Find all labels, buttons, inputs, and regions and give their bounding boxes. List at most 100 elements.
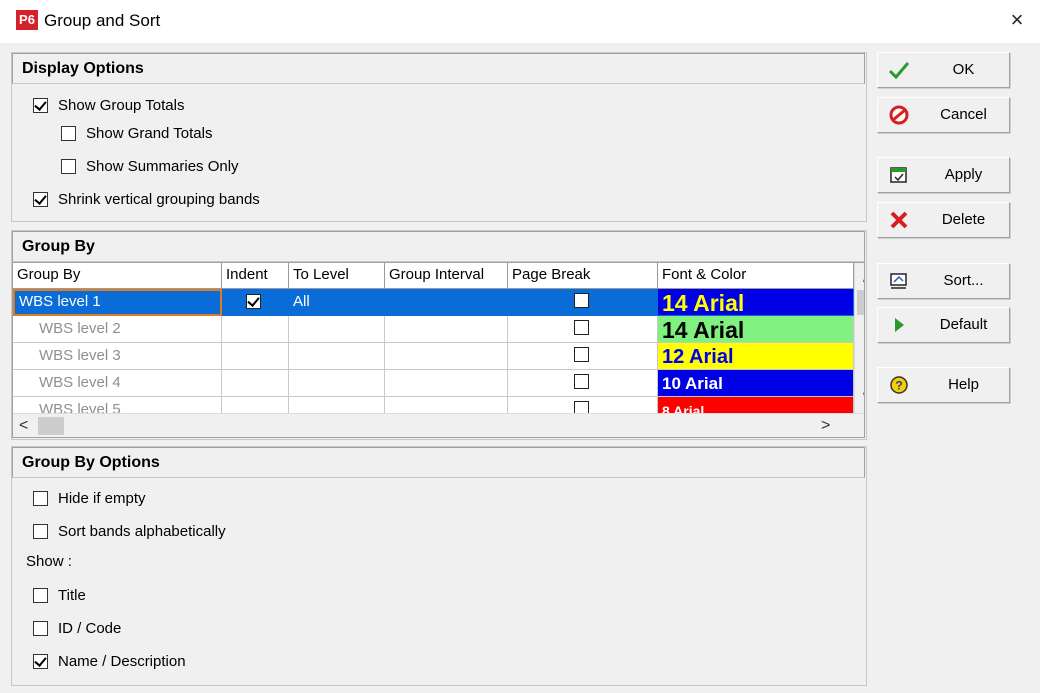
show-summaries-only-label: Show Summaries Only xyxy=(86,157,239,175)
show-summaries-only-row[interactable]: Show Summaries Only xyxy=(61,156,239,176)
apply-button[interactable]: Apply xyxy=(877,157,1010,193)
vertical-scrollbar[interactable]: ∧ ∨ xyxy=(854,263,864,413)
group-by-cell[interactable]: WBS level 1 xyxy=(13,289,222,316)
red-x-icon xyxy=(890,211,908,229)
hide-if-empty-row[interactable]: Hide if empty xyxy=(33,488,146,508)
to-level-cell[interactable] xyxy=(289,370,385,397)
group-by-cell[interactable]: WBS level 2 xyxy=(13,316,222,343)
font-color-cell[interactable]: 14 Arial xyxy=(658,316,854,343)
ok-button[interactable]: OK xyxy=(877,52,1010,88)
page-break-checkbox[interactable] xyxy=(574,347,589,362)
delete-button[interactable]: Delete xyxy=(877,202,1010,238)
sort-icon xyxy=(890,273,907,289)
group-by-options-panel xyxy=(11,446,867,686)
scroll-right-arrow[interactable]: > xyxy=(821,417,830,435)
id-code-row[interactable]: ID / Code xyxy=(33,618,121,638)
sort-button[interactable]: Sort... xyxy=(877,263,1010,299)
col-head-group-interval[interactable]: Group Interval xyxy=(385,263,508,289)
window-title: Group and Sort xyxy=(44,11,161,30)
sort-bands-row[interactable]: Sort bands alphabetically xyxy=(33,521,226,541)
indent-cell[interactable] xyxy=(222,370,289,397)
page-break-cell[interactable] xyxy=(508,343,658,370)
col-head-to-level[interactable]: To Level xyxy=(289,263,385,289)
close-button[interactable]: × xyxy=(994,0,1040,43)
sort-bands-checkbox[interactable] xyxy=(33,523,48,539)
no-entry-icon xyxy=(889,105,909,125)
table-row[interactable]: WBS level 4 10 Arial xyxy=(13,370,854,397)
title-bar: P6 Group and Sort × xyxy=(0,0,1040,43)
horizontal-scroll-thumb[interactable] xyxy=(38,417,64,435)
table-row[interactable]: WBS level 1 All 14 Arial xyxy=(13,289,854,316)
ok-label: OK xyxy=(952,61,975,78)
table-row[interactable]: WBS level 3 12 Arial xyxy=(13,343,854,370)
page-break-cell[interactable] xyxy=(508,370,658,397)
col-head-indent[interactable]: Indent xyxy=(222,263,289,289)
default-button[interactable]: Default xyxy=(877,307,1010,343)
page-break-cell[interactable] xyxy=(508,289,658,316)
font-color-cell[interactable]: 14 Arial xyxy=(658,289,854,316)
group-by-cell[interactable]: WBS level 3 xyxy=(13,343,222,370)
indent-cell[interactable] xyxy=(222,289,289,316)
title-label: Title xyxy=(58,586,86,604)
group-by-grid: Group By Indent To Level Group Interval … xyxy=(12,262,865,438)
indent-cell[interactable] xyxy=(222,343,289,370)
show-label-row: Show : xyxy=(26,551,72,571)
group-interval-cell[interactable] xyxy=(385,316,508,343)
hide-if-empty-checkbox[interactable] xyxy=(33,490,48,506)
delete-label: Delete xyxy=(941,211,986,228)
scroll-up-arrow[interactable]: ∧ xyxy=(861,267,864,287)
to-level-cell[interactable] xyxy=(289,316,385,343)
id-code-checkbox[interactable] xyxy=(33,620,48,636)
col-head-page-break[interactable]: Page Break xyxy=(508,263,658,289)
page-break-cell[interactable] xyxy=(508,316,658,343)
show-summaries-only-checkbox[interactable] xyxy=(61,158,76,174)
show-grand-totals-label: Show Grand Totals xyxy=(86,124,213,142)
p6-app-icon: P6 xyxy=(16,10,38,30)
page-break-checkbox[interactable] xyxy=(574,374,589,389)
shrink-bands-label: Shrink vertical grouping bands xyxy=(58,190,260,208)
show-grand-totals-row[interactable]: Show Grand Totals xyxy=(61,123,212,143)
to-level-cell[interactable] xyxy=(289,343,385,370)
show-group-totals-label: Show Group Totals xyxy=(58,96,185,114)
font-color-cell[interactable]: 10 Arial xyxy=(658,370,854,397)
group-interval-cell[interactable] xyxy=(385,289,508,316)
page-break-checkbox[interactable] xyxy=(574,320,589,335)
name-description-row[interactable]: Name / Description xyxy=(33,651,186,671)
show-label: Show : xyxy=(26,552,72,570)
table-row[interactable]: WBS level 2 14 Arial xyxy=(13,316,854,343)
shrink-bands-row[interactable]: Shrink vertical grouping bands xyxy=(33,189,260,209)
name-description-checkbox[interactable] xyxy=(33,653,48,669)
group-interval-cell[interactable] xyxy=(385,370,508,397)
shrink-bands-checkbox[interactable] xyxy=(33,191,48,207)
page-break-checkbox[interactable] xyxy=(574,293,589,308)
help-button[interactable]: ? Help xyxy=(877,367,1010,403)
group-by-header: Group By xyxy=(12,231,865,262)
help-icon: ? xyxy=(890,376,908,394)
group-by-cell[interactable]: WBS level 4 xyxy=(13,370,222,397)
show-group-totals-checkbox[interactable] xyxy=(33,97,48,113)
group-by-options-header: Group By Options xyxy=(12,447,865,478)
cancel-button[interactable]: Cancel xyxy=(877,97,1010,133)
indent-cell[interactable] xyxy=(222,316,289,343)
horizontal-scrollbar[interactable]: < > xyxy=(13,413,864,437)
title-row[interactable]: Title xyxy=(33,585,86,605)
sort-label: Sort... xyxy=(943,272,984,289)
show-group-totals-row[interactable]: Show Group Totals xyxy=(33,95,184,115)
to-level-cell[interactable]: All xyxy=(289,289,385,316)
svg-text:?: ? xyxy=(895,379,902,393)
scroll-left-arrow[interactable]: < xyxy=(19,417,28,435)
scroll-down-arrow[interactable]: ∨ xyxy=(861,387,864,407)
indent-checkbox[interactable] xyxy=(246,294,261,309)
apply-label: Apply xyxy=(944,166,983,183)
vertical-scroll-thumb[interactable] xyxy=(857,290,864,315)
help-label: Help xyxy=(948,376,979,393)
col-head-group-by[interactable]: Group By xyxy=(13,263,222,289)
name-description-label: Name / Description xyxy=(58,652,186,670)
play-triangle-icon xyxy=(895,318,904,332)
show-grand-totals-checkbox[interactable] xyxy=(61,125,76,141)
col-head-font-color[interactable]: Font & Color xyxy=(658,263,854,289)
title-checkbox[interactable] xyxy=(33,587,48,603)
checkmark-icon xyxy=(888,62,910,80)
group-interval-cell[interactable] xyxy=(385,343,508,370)
font-color-cell[interactable]: 12 Arial xyxy=(658,343,854,370)
